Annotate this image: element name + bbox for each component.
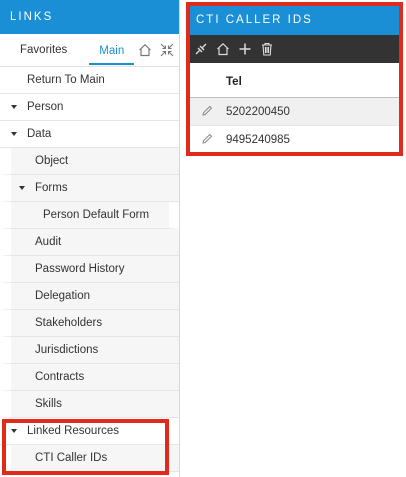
tree-item-label: Password History [35, 263, 125, 275]
caret-down-icon[interactable] [19, 186, 25, 190]
column-header-tel[interactable]: Tel [188, 63, 401, 98]
links-tabs: Favorites Main [0, 34, 179, 67]
tree-item-jurisdictions[interactable]: Jurisdictions [0, 337, 179, 364]
tree-item-label: Delegation [35, 290, 90, 302]
tree-item-label: Linked Resources [27, 425, 120, 437]
home-icon[interactable] [216, 42, 230, 56]
tree-item-forms[interactable]: Forms [0, 175, 179, 202]
caret-down-icon[interactable] [11, 429, 17, 433]
tree-item-label: Stakeholders [35, 317, 103, 329]
tree-item-person[interactable]: Person [0, 94, 179, 121]
tree-item-label: Forms [35, 182, 68, 194]
cti-toolbar [188, 35, 401, 63]
tree-item-label: Data [27, 128, 52, 140]
tree-item-label: Return To Main [27, 74, 105, 86]
tel-value: 9495240985 [226, 134, 290, 146]
tree-item-return-to-main[interactable]: Return To Main [0, 67, 179, 94]
links-panel-title: LINKS [0, 0, 179, 34]
links-panel: LINKS Favorites Main Return To Main Pers… [0, 0, 180, 477]
tab-main[interactable]: Main [89, 35, 135, 65]
tree-item-skills[interactable]: Skills [0, 391, 179, 418]
links-tree: Return To Main Person Data Object Forms … [0, 67, 179, 472]
unlink-icon[interactable] [194, 42, 208, 56]
tree-item-label: Contracts [35, 371, 85, 383]
tree-item-label: Person Default Form [43, 209, 150, 221]
tree-item-password-history[interactable]: Password History [0, 256, 179, 283]
tree-item-label: Skills [35, 398, 62, 410]
add-icon[interactable] [238, 42, 252, 56]
tree-item-data[interactable]: Data [0, 121, 179, 148]
tree-item-label: Jurisdictions [35, 344, 99, 356]
tree-item-object[interactable]: Object [0, 148, 179, 175]
trash-icon[interactable] [260, 42, 274, 56]
cti-panel-title: CTI CALLER IDS [188, 4, 401, 35]
collapse-all-icon[interactable] [160, 43, 174, 57]
tree-item-linked-resources[interactable]: Linked Resources [0, 418, 179, 445]
table-row[interactable]: 9495240985 [188, 126, 401, 154]
tree-item-contracts[interactable]: Contracts [0, 364, 179, 391]
table-row[interactable]: 5202200450 [188, 98, 401, 126]
tree-item-label: Audit [35, 236, 62, 248]
edit-icon[interactable] [201, 133, 213, 145]
tree-item-stakeholders[interactable]: Stakeholders [0, 310, 179, 337]
tree-item-person-default-form[interactable]: Person Default Form [0, 202, 179, 229]
caret-down-icon[interactable] [11, 105, 17, 109]
tree-item-cti-caller-ids[interactable]: CTI Caller IDs [0, 445, 179, 472]
tree-item-audit[interactable]: Audit [0, 229, 179, 256]
tree-item-delegation[interactable]: Delegation [0, 283, 179, 310]
cti-caller-ids-panel: CTI CALLER IDS Tel 5202200450 9495240985 [188, 4, 401, 154]
home-icon[interactable] [138, 43, 152, 57]
tree-item-label: CTI Caller IDs [35, 452, 108, 464]
tree-item-label: Person [27, 101, 64, 113]
tel-value: 5202200450 [226, 106, 290, 118]
tab-favorites[interactable]: Favorites [20, 34, 67, 67]
edit-icon[interactable] [201, 105, 213, 117]
tree-item-label: Object [35, 155, 69, 167]
caret-down-icon[interactable] [11, 132, 17, 136]
